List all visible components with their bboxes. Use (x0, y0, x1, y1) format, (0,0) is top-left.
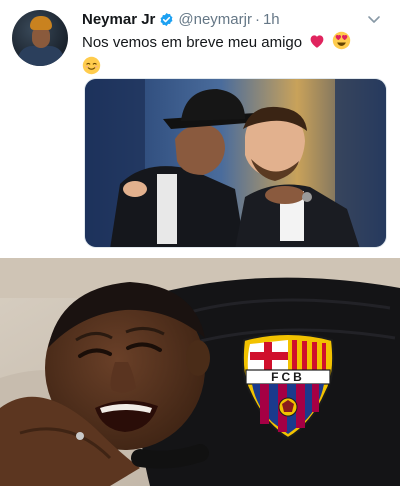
verified-badge-icon (159, 12, 174, 27)
author-avatar[interactable] (12, 10, 68, 66)
author-handle[interactable]: @neymarjr (178, 11, 252, 28)
tweet-timestamp[interactable]: 1h (263, 11, 280, 28)
tweet-photo[interactable] (84, 78, 387, 248)
red-heart-icon (308, 32, 326, 56)
separator-dot: · (254, 10, 260, 28)
tweet-text-block: Nos vemos em breve meu amigo (82, 31, 382, 81)
chevron-down-icon[interactable] (366, 11, 382, 27)
heart-eyes-emoji-icon (332, 31, 351, 56)
crest-letters: FCB (271, 370, 305, 384)
crying-man-meme-image: FCB (0, 258, 400, 486)
two-players-embrace-image (85, 79, 386, 247)
author-name[interactable]: Neymar Jr (82, 11, 155, 28)
tweet-card: Neymar Jr @neymarjr · 1h Nos vemos em br… (0, 0, 400, 258)
tweet-text: Nos vemos em breve meu amigo (82, 34, 303, 51)
crying-man-illustration: FCB (0, 258, 400, 486)
tweet-header: Neymar Jr @neymarjr · 1h (82, 9, 388, 29)
